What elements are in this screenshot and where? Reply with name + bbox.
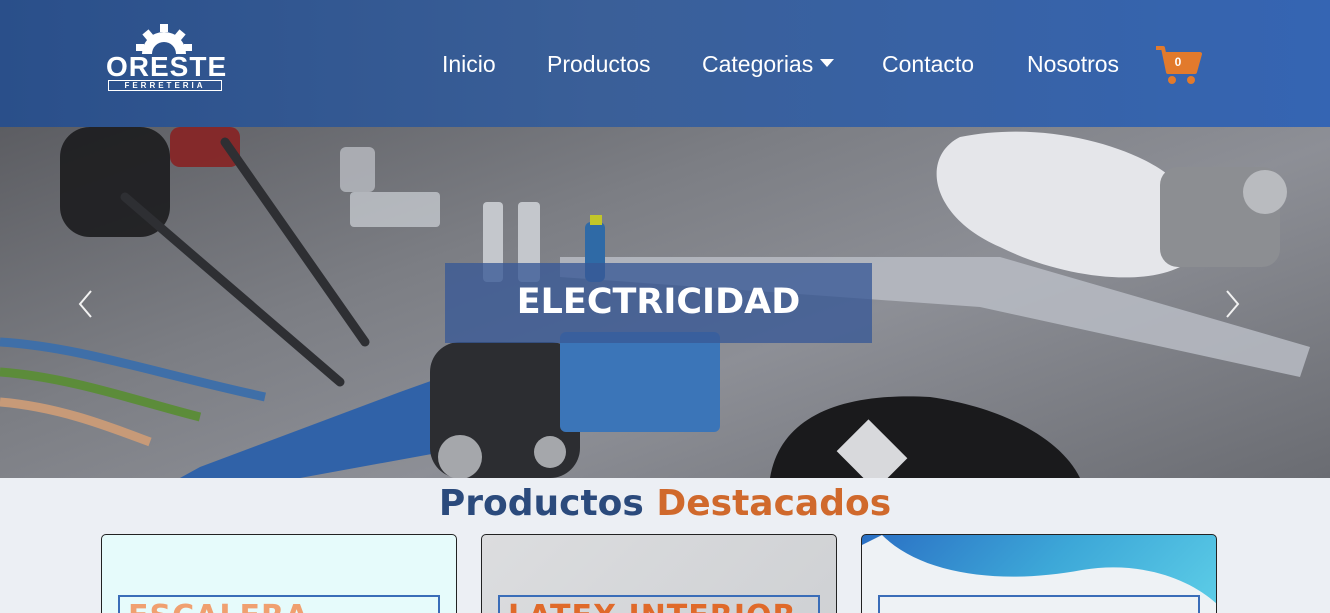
product-card-2[interactable]: LATEX INTERIOR <box>481 534 837 613</box>
cart-button[interactable]: 0 <box>1155 44 1203 86</box>
navbar: ORESTE FERRETERIA Inicio Productos Categ… <box>0 0 1330 127</box>
featured-title-part2: Destacados <box>656 483 892 524</box>
featured-title: Productos Destacados <box>0 482 1330 526</box>
brand-logo[interactable]: ORESTE FERRETERIA <box>106 22 228 92</box>
nav-productos[interactable]: Productos <box>547 50 651 78</box>
nav-inicio[interactable]: Inicio <box>442 50 496 78</box>
brand-name: ORESTE <box>106 51 228 82</box>
brand-subtitle: FERRETERIA <box>108 80 222 91</box>
hero-caption: ELECTRICIDAD <box>516 282 801 322</box>
caret-down-icon[interactable] <box>820 59 834 67</box>
nav-nosotros[interactable]: Nosotros <box>1027 50 1119 78</box>
product-image-text: ESCALERA <box>128 599 309 613</box>
nav-contacto[interactable]: Contacto <box>882 50 974 78</box>
product-card-1[interactable]: ESCALERA <box>101 534 457 613</box>
chevron-right-icon[interactable] <box>1222 287 1242 321</box>
featured-title-part1: Productos <box>438 483 644 524</box>
gear-icon <box>136 24 192 54</box>
cart-count: 0 <box>1174 55 1182 69</box>
chevron-left-icon[interactable] <box>76 287 96 321</box>
product-image-frame <box>878 595 1200 613</box>
hero-carousel: ELECTRICIDAD <box>0 127 1330 478</box>
nav-categorias[interactable]: Categorias <box>702 50 813 78</box>
product-card-3[interactable] <box>861 534 1217 613</box>
product-image-text: LATEX INTERIOR <box>508 599 797 613</box>
